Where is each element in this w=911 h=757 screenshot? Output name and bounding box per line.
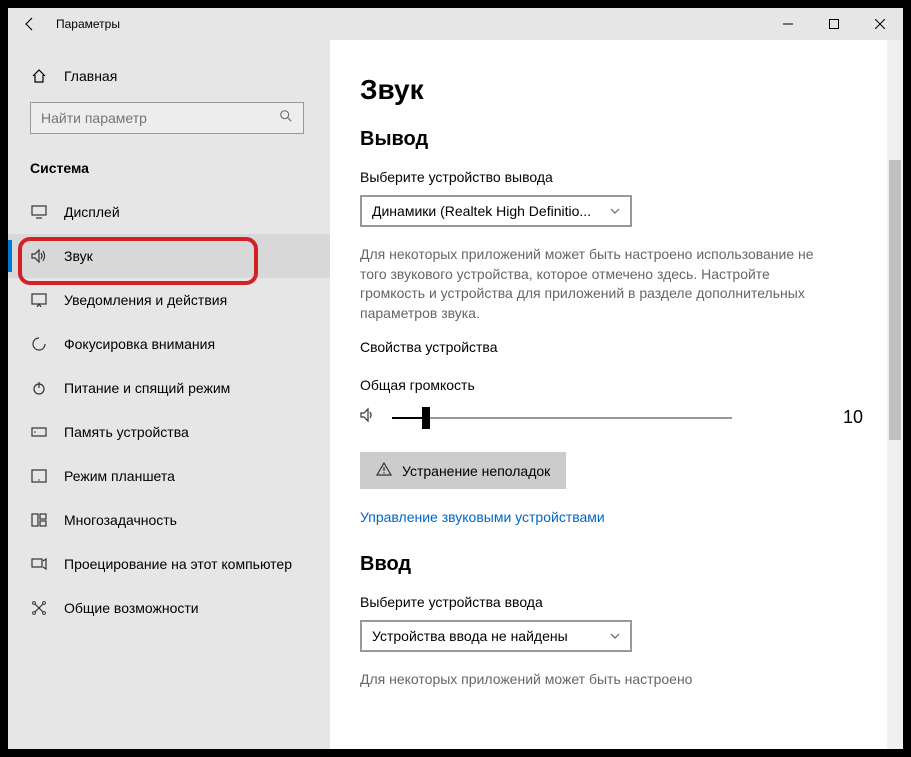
- output-heading: Вывод: [360, 128, 863, 151]
- search-icon: [279, 109, 293, 128]
- sidebar-item-power[interactable]: Питание и спящий режим: [8, 366, 330, 410]
- maximize-button[interactable]: [811, 8, 857, 40]
- search-box[interactable]: [30, 102, 304, 134]
- input-device-dropdown[interactable]: Устройства ввода не найдены: [360, 620, 632, 652]
- sidebar-item-label: Звук: [64, 248, 93, 264]
- device-properties-link[interactable]: Свойства устройства: [360, 339, 863, 355]
- troubleshoot-label: Устранение неполадок: [402, 463, 550, 479]
- search-input[interactable]: [41, 110, 279, 126]
- search-wrap: [8, 94, 330, 152]
- home-label: Главная: [64, 68, 117, 84]
- titlebar: Параметры: [8, 8, 903, 40]
- power-icon: [30, 380, 48, 396]
- notifications-icon: [30, 293, 48, 307]
- sidebar-item-label: Дисплей: [64, 204, 120, 220]
- window-controls: [765, 8, 903, 40]
- sidebar-item-label: Уведомления и действия: [64, 292, 227, 308]
- body: Главная Система Дисплей Звук Уведомления…: [8, 40, 903, 749]
- sound-icon: [30, 249, 48, 263]
- input-heading: Ввод: [360, 553, 863, 576]
- output-device-dropdown[interactable]: Динамики (Realtek High Definitio...: [360, 195, 632, 227]
- focus-icon: [30, 336, 48, 352]
- sidebar-item-label: Проецирование на этот компьютер: [64, 556, 292, 572]
- sidebar-item-multitask[interactable]: Многозадачность: [8, 498, 330, 542]
- chevron-down-icon: [610, 631, 620, 642]
- sidebar-item-shared[interactable]: Общие возможности: [8, 586, 330, 630]
- content: Звук Вывод Выберите устройство вывода Ди…: [330, 40, 903, 749]
- slider-thumb[interactable]: [422, 407, 430, 429]
- close-button[interactable]: [857, 8, 903, 40]
- sidebar-item-focus[interactable]: Фокусировка внимания: [8, 322, 330, 366]
- window-title: Параметры: [52, 17, 120, 31]
- dropdown-value: Устройства ввода не найдены: [372, 628, 610, 644]
- sidebar-item-label: Фокусировка внимания: [64, 336, 215, 352]
- home-button[interactable]: Главная: [8, 58, 330, 94]
- volume-row: 10: [360, 407, 863, 428]
- chevron-down-icon: [610, 206, 620, 217]
- scrollbar[interactable]: [887, 40, 903, 749]
- sidebar-item-sound[interactable]: Звук: [8, 234, 330, 278]
- warning-icon: [376, 462, 392, 479]
- sidebar-item-display[interactable]: Дисплей: [8, 190, 330, 234]
- volume-label: Общая громкость: [360, 377, 863, 393]
- troubleshoot-button[interactable]: Устранение неполадок: [360, 452, 566, 489]
- minimize-button[interactable]: [765, 8, 811, 40]
- scrollbar-thumb[interactable]: [889, 160, 901, 440]
- shared-icon: [30, 600, 48, 616]
- sidebar-item-tablet[interactable]: Режим планшета: [8, 454, 330, 498]
- speaker-icon[interactable]: [360, 407, 380, 428]
- settings-window: Параметры Главная Система Дисплей: [0, 0, 911, 757]
- sidebar-item-notifications[interactable]: Уведомления и действия: [8, 278, 330, 322]
- input-device-label: Выберите устройства ввода: [360, 594, 863, 610]
- section-title: Система: [8, 152, 330, 190]
- tablet-icon: [30, 469, 48, 483]
- input-desc: Для некоторых приложений может быть наст…: [360, 670, 830, 690]
- sidebar-item-label: Память устройства: [64, 424, 189, 440]
- sidebar-item-label: Общие возможности: [64, 600, 199, 616]
- sidebar-item-storage[interactable]: Память устройства: [8, 410, 330, 454]
- multitask-icon: [30, 513, 48, 527]
- home-icon: [30, 68, 48, 84]
- output-desc: Для некоторых приложений может быть наст…: [360, 245, 830, 323]
- manage-devices-link[interactable]: Управление звуковыми устройствами: [360, 509, 863, 525]
- sidebar-item-label: Многозадачность: [64, 512, 177, 528]
- volume-slider[interactable]: [392, 408, 732, 428]
- dropdown-value: Динамики (Realtek High Definitio...: [372, 203, 610, 219]
- page-title: Звук: [360, 74, 863, 106]
- sidebar-item-label: Режим планшета: [64, 468, 175, 484]
- sidebar-item-label: Питание и спящий режим: [64, 380, 230, 396]
- output-device-label: Выберите устройство вывода: [360, 169, 863, 185]
- projecting-icon: [30, 557, 48, 571]
- sidebar: Главная Система Дисплей Звук Уведомления…: [8, 40, 330, 749]
- storage-icon: [30, 426, 48, 438]
- sidebar-item-projecting[interactable]: Проецирование на этот компьютер: [8, 542, 330, 586]
- display-icon: [30, 205, 48, 219]
- volume-value: 10: [803, 407, 863, 428]
- back-button[interactable]: [8, 8, 52, 40]
